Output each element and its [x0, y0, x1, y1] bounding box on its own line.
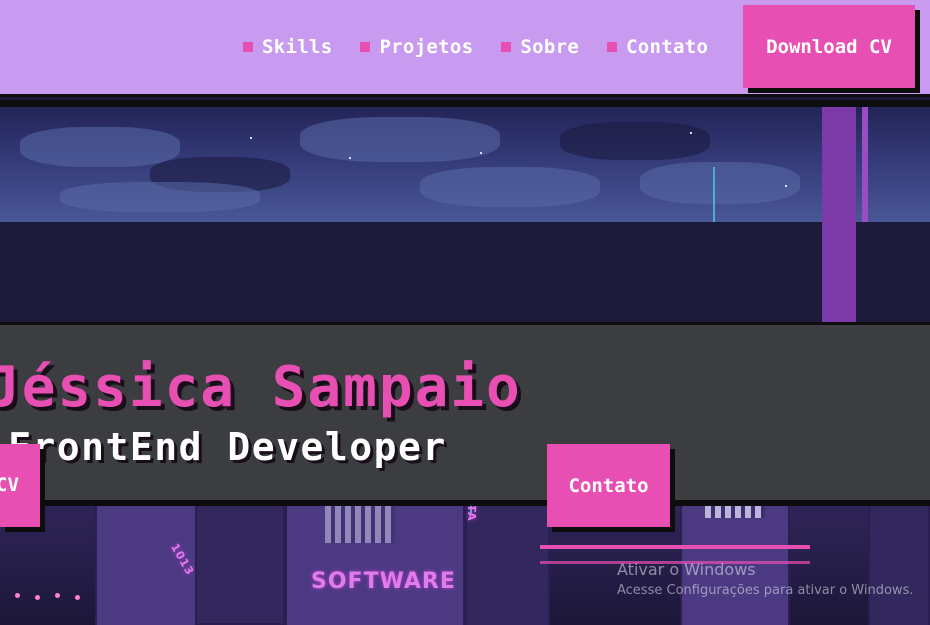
download-cv-hero-button[interactable]: CV [0, 444, 40, 527]
cloud-shape [420, 167, 600, 207]
hero-section: SOFTWARE VISTAPATA 1013 Jéssica Sampaio … [0, 100, 930, 625]
lantern [35, 595, 40, 600]
nav-item-skills[interactable]: Skills [243, 36, 332, 58]
nav-item-label: Skills [262, 36, 333, 58]
main-nav: Skills Projetos Sobre Contato [243, 36, 736, 58]
square-bullet-icon [501, 42, 512, 52]
hero-name: Jéssica Sampaio [0, 355, 522, 420]
nav-item-label: Contato [626, 36, 709, 58]
watermark-title: Ativar o Windows [617, 560, 756, 579]
lantern [55, 593, 60, 598]
cv-button-label: CV [0, 474, 19, 496]
star [349, 157, 351, 159]
software-neon-sign: SOFTWARE [311, 569, 456, 594]
square-bullet-icon [360, 42, 371, 52]
hero-role: FrontEnd Developer [8, 425, 447, 469]
windows-activation-watermark: Ativar o Windows Acesse Configurações pa… [617, 560, 913, 598]
night-sky-background [0, 107, 930, 222]
lantern [15, 593, 20, 598]
antenna [713, 167, 715, 222]
square-bullet-icon [243, 42, 253, 52]
title-banner: Jéssica Sampaio FrontEnd Developer [0, 322, 930, 506]
star [480, 152, 482, 154]
site-header: Skills Projetos Sobre Contato Download C… [0, 0, 930, 97]
cloud-shape [300, 117, 500, 162]
nav-item-projetos[interactable]: Projetos [360, 36, 473, 58]
tower-pillar [862, 107, 868, 222]
nav-item-label: Projetos [379, 36, 474, 58]
download-cv-button[interactable]: Download CV [743, 5, 915, 88]
divider [0, 100, 930, 107]
nav-item-contato[interactable]: Contato [607, 36, 708, 58]
contact-button[interactable]: Contato [547, 444, 670, 527]
watermark-subtitle: Acesse Configurações para ativar o Windo… [617, 583, 914, 598]
star [690, 132, 692, 134]
nav-item-label: Sobre [520, 36, 580, 58]
neon-strip [540, 545, 810, 549]
nav-item-sobre[interactable]: Sobre [501, 36, 579, 58]
lantern [75, 595, 80, 600]
cloud-shape [560, 122, 710, 160]
cloud-shape [640, 162, 800, 204]
cloud-shape [20, 127, 180, 167]
square-bullet-icon [607, 42, 618, 52]
star [785, 185, 787, 187]
cloud-shape [60, 182, 260, 212]
star [250, 137, 252, 139]
